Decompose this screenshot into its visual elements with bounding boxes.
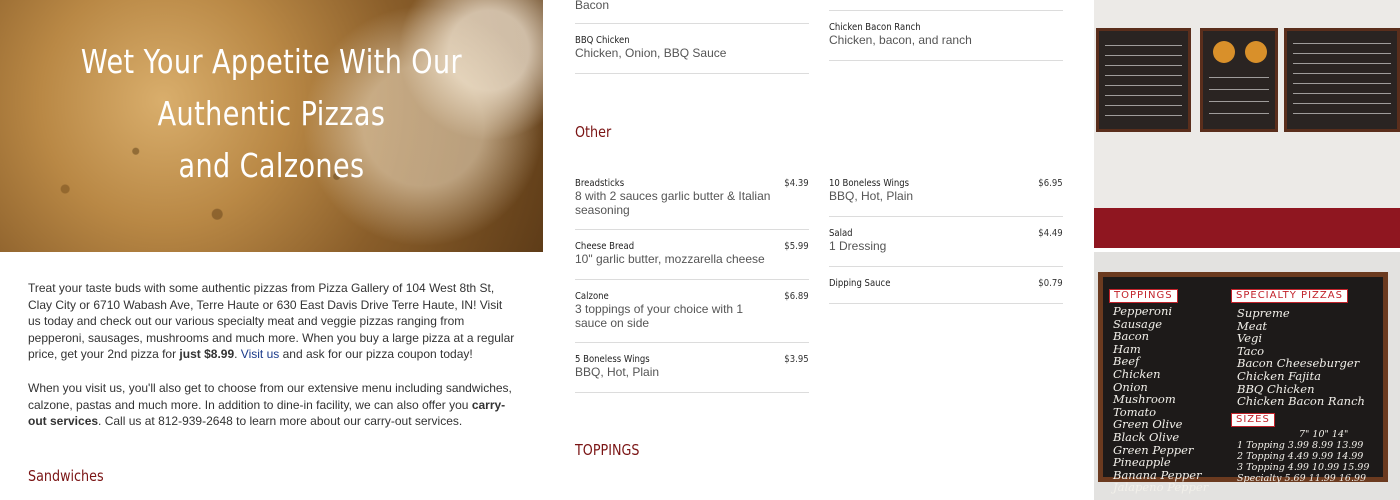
- menu-item-name: Cheese Bread: [575, 241, 635, 252]
- pizza-icon: [1245, 41, 1267, 63]
- menu-item-desc: 10" garlic butter, mozzarella cheese: [575, 252, 765, 266]
- menu-item-price: $4.49: [1038, 228, 1063, 239]
- board-sizes-header: 7" 10" 14": [1299, 429, 1349, 440]
- hero-title: Wet Your Appetite With Our Authentic Piz…: [49, 36, 494, 192]
- menu-item-desc: 8 with 2 sauces garlic butter & Italian …: [575, 189, 771, 217]
- toppings-heading: TOPPINGS: [575, 441, 640, 459]
- pizza-menu-board: TOPPINGS SPECIALTY PIZZAS Pepperoni Saus…: [1098, 272, 1388, 493]
- intro-p1-bold: just $8.99: [179, 347, 235, 362]
- menu-item: 5 Boneless Wings BBQ, Hot, Plain $3.95: [575, 354, 809, 393]
- board-size-row: 1 Topping 3.99 8.99 13.99: [1237, 440, 1364, 451]
- board-specialty: Vegi: [1237, 331, 1263, 346]
- intro-paragraph-1: Treat your taste buds with some authenti…: [28, 280, 518, 363]
- intro-p2-tail: . Call us at 812-939-2648 to learn more …: [98, 414, 463, 429]
- menu-item-price: $3.95: [784, 354, 809, 365]
- menu-item: Salad 1 Dressing $4.49: [829, 228, 1063, 267]
- board-specialty: Supreme: [1237, 306, 1290, 320]
- intro-p1-dot: .: [234, 347, 241, 362]
- board-specialty: Chicken Fajita: [1237, 368, 1321, 383]
- menu-item-desc: Bacon: [575, 0, 610, 12]
- sandwiches-heading: Sandwiches: [28, 467, 104, 485]
- visit-us-link[interactable]: Visit us: [241, 347, 279, 361]
- board-topping: Pepperoni: [1113, 304, 1173, 318]
- other-heading: Other: [575, 123, 612, 141]
- menu-item-name: Calzone: [575, 291, 609, 302]
- menu-item-name: Chicken Bacon Ranch: [829, 22, 921, 33]
- menu-item-price: $6.89: [784, 291, 809, 302]
- menu-item: Chicken Bacon Ranch Chicken, bacon, and …: [829, 22, 1063, 61]
- menu-item: Calzone 3 toppings of your choice with 1…: [575, 291, 809, 343]
- menu-item-desc: Chicken, Onion, BBQ Sauce: [575, 46, 727, 60]
- intro-p1-tail: and ask for our pizza coupon today!: [279, 347, 473, 362]
- hero-title-line2: and Calzones: [178, 146, 365, 185]
- board-toppings-list: Pepperoni Sausage Bacon Ham Beef Chicken…: [1113, 305, 1208, 494]
- board-specialty-list: Supreme Meat Vegi Taco Bacon Cheeseburge…: [1237, 307, 1365, 408]
- menu-item-name: Salad: [829, 228, 853, 239]
- board-specialty: Chicken Bacon Ranch: [1237, 394, 1365, 409]
- board-size-row: 2 Topping 4.49 9.99 14.99: [1237, 451, 1364, 462]
- menu-item: Cheese Bread 10" garlic butter, mozzarel…: [575, 241, 809, 280]
- board-specialty-tag: SPECIALTY PIZZAS: [1231, 289, 1348, 303]
- board-sizes: 7" 10" 14" 1 Topping 3.99 8.99 13.99 2 T…: [1237, 429, 1369, 484]
- menu-board-middle: [1200, 28, 1278, 132]
- board-topping: Jalapeno Pepper: [1113, 480, 1209, 495]
- menu-item: Dipping Sauce $0.79: [829, 278, 1063, 304]
- board-toppings-tag: TOPPINGS: [1109, 289, 1178, 303]
- menu-item-name: BBQ Chicken: [575, 35, 630, 46]
- board-topping: Bacon: [1113, 329, 1150, 344]
- menu-item-price: $5.99: [784, 241, 809, 252]
- board-topping: Chicken: [1113, 366, 1161, 381]
- menu-item-price: $6.95: [1038, 178, 1063, 189]
- board-sizes-tag: SIZES: [1231, 413, 1275, 427]
- pizza-icon: [1213, 41, 1235, 63]
- board-topping: Pineapple: [1113, 455, 1171, 470]
- menu-item-name: Breadsticks: [575, 178, 625, 189]
- menu-item-desc: 1 Dressing: [829, 239, 887, 253]
- restaurant-photo-top: [1094, 0, 1400, 248]
- menu-panel: Bacon BBQ Chicken Chicken, Onion, BBQ Sa…: [543, 0, 1094, 500]
- menu-item: BBQ Chicken Chicken, Onion, BBQ Sauce: [575, 35, 809, 74]
- left-column: Wet Your Appetite With Our Authentic Piz…: [0, 0, 543, 500]
- hero-title-line1: Wet Your Appetite With Our Authentic Piz…: [80, 42, 463, 133]
- board-size-row: Specialty 5.69 11.99 16.99: [1237, 473, 1367, 484]
- menu-item-name: 10 Boneless Wings: [829, 178, 910, 189]
- restaurant-photo-bottom: TOPPINGS SPECIALTY PIZZAS Pepperoni Saus…: [1094, 252, 1400, 500]
- menu-divider-row: [829, 0, 1063, 11]
- red-wall-strip: [1094, 208, 1400, 248]
- board-topping: Black Olive: [1113, 429, 1180, 444]
- board-size-row: 3 Topping 4.99 10.99 15.99: [1237, 462, 1370, 473]
- menu-board-left: [1096, 28, 1191, 132]
- board-topping: Mushroom: [1113, 392, 1176, 407]
- intro-paragraph-2: When you visit us, you'll also get to ch…: [28, 380, 518, 430]
- menu-board-right: [1284, 28, 1400, 132]
- intro-text: Treat your taste buds with some authenti…: [28, 280, 518, 447]
- menu-item: Breadsticks 8 with 2 sauces garlic butte…: [575, 178, 809, 230]
- menu-item-price: $4.39: [784, 178, 809, 189]
- intro-p2-text: When you visit us, you'll also get to ch…: [28, 380, 512, 412]
- menu-item-price: $0.79: [1038, 278, 1063, 289]
- menu-item-name: 5 Boneless Wings: [575, 354, 650, 365]
- menu-item-name: Dipping Sauce: [829, 278, 891, 289]
- menu-item-desc: BBQ, Hot, Plain: [575, 365, 660, 379]
- menu-item-desc: Chicken, bacon, and ranch: [829, 33, 972, 47]
- menu-item-desc: BBQ, Hot, Plain: [829, 189, 914, 203]
- menu-item-desc: 3 toppings of your choice with 1 sauce o…: [575, 302, 744, 330]
- menu-item: 10 Boneless Wings BBQ, Hot, Plain $6.95: [829, 178, 1063, 217]
- menu-item: Bacon: [575, 0, 809, 24]
- hero-banner: Wet Your Appetite With Our Authentic Piz…: [0, 0, 543, 252]
